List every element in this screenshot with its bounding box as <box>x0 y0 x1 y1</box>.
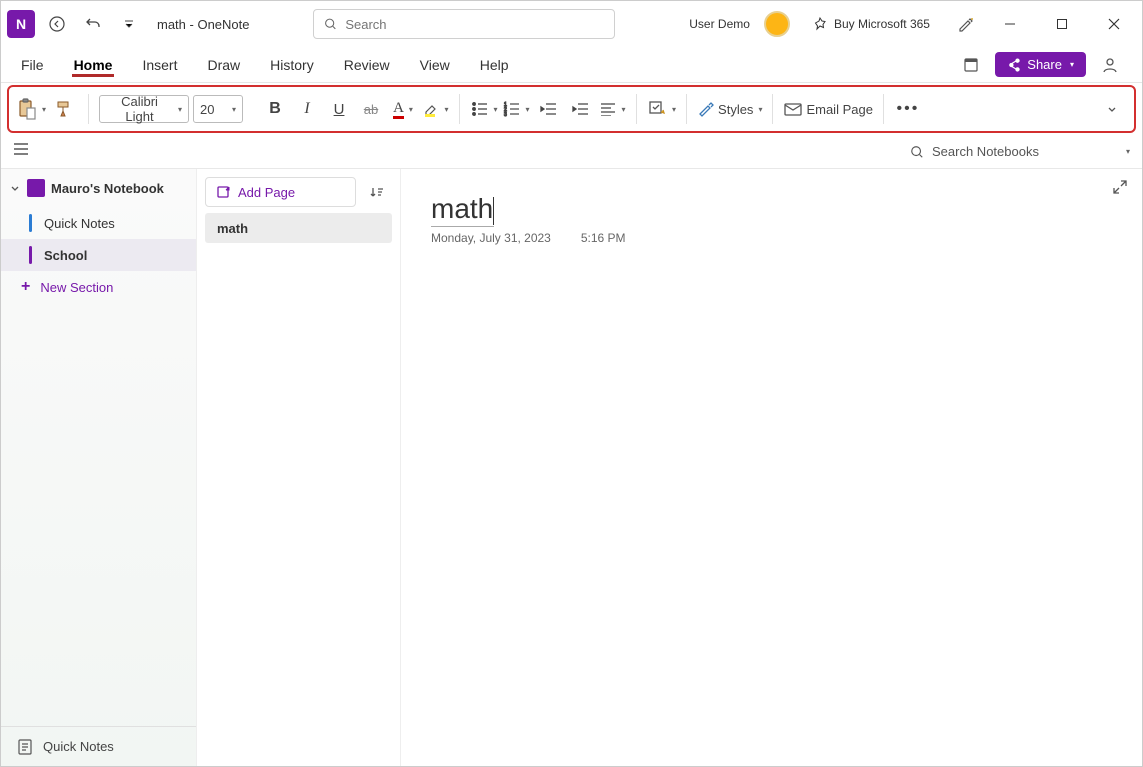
menu-review[interactable]: Review <box>342 53 392 77</box>
menu-history[interactable]: History <box>268 53 316 77</box>
add-page-button[interactable]: Add Page <box>205 177 356 207</box>
font-name-select[interactable]: Calibri Light▾ <box>99 95 189 123</box>
avatar[interactable] <box>764 11 790 37</box>
notebook-header[interactable]: Mauro's Notebook <box>1 169 196 207</box>
paste-button[interactable]: ▾ <box>17 93 46 125</box>
section-color-bar <box>29 214 32 232</box>
ribbon-collapse-button[interactable] <box>1098 93 1126 125</box>
nav-toggle-button[interactable] <box>13 142 29 161</box>
titlebar: N math - OneNote User Demo Buy Microsoft… <box>1 1 1142 47</box>
menu-draw[interactable]: Draw <box>205 53 242 77</box>
divider <box>636 94 637 124</box>
undo-button[interactable] <box>79 10 107 38</box>
tag-button[interactable]: ▾ <box>647 93 676 125</box>
section-color-bar <box>29 246 32 264</box>
account-button[interactable] <box>1096 51 1124 79</box>
notebook-search-label: Search Notebooks <box>932 144 1116 159</box>
section-school[interactable]: School <box>1 239 196 271</box>
highlight-button[interactable]: ▾ <box>421 93 449 125</box>
svg-text:2: 2 <box>504 107 507 113</box>
app-icon: N <box>7 10 35 38</box>
buy-m365-label: Buy Microsoft 365 <box>834 17 930 31</box>
menu-home[interactable]: Home <box>72 53 115 77</box>
close-button[interactable] <box>1092 9 1136 39</box>
page-list: Add Page math <box>197 169 401 766</box>
app-mode-button[interactable] <box>957 51 985 79</box>
svg-text:1: 1 <box>504 102 507 108</box>
svg-text:3: 3 <box>504 112 507 117</box>
font-size-select[interactable]: 20▾ <box>193 95 243 123</box>
buy-m365-button[interactable]: Buy Microsoft 365 <box>804 12 938 36</box>
format-painter-button[interactable] <box>50 93 78 125</box>
canvas[interactable]: math Monday, July 31, 2023 5:16 PM <box>401 169 1142 766</box>
menu-help[interactable]: Help <box>478 53 511 77</box>
sidebar-footer-quicknotes[interactable]: Quick Notes <box>1 726 196 766</box>
strikethrough-button[interactable]: ab <box>357 93 385 125</box>
divider <box>459 94 460 124</box>
ink-button[interactable] <box>952 10 980 38</box>
font-color-button[interactable]: A▾ <box>389 93 417 125</box>
more-button[interactable]: ••• <box>894 93 922 125</box>
search-input[interactable] <box>345 17 604 32</box>
share-label: Share <box>1027 57 1062 72</box>
outdent-button[interactable] <box>534 93 562 125</box>
section-quick-notes[interactable]: Quick Notes <box>1 207 196 239</box>
global-search[interactable] <box>313 9 615 39</box>
back-button[interactable] <box>43 10 71 38</box>
bullets-button[interactable]: ▾ <box>470 93 498 125</box>
email-page-button[interactable]: Email Page <box>783 93 872 125</box>
main: Mauro's Notebook Quick Notes School + Ne… <box>1 169 1142 766</box>
underline-button[interactable]: U <box>325 93 353 125</box>
sidebar: Mauro's Notebook Quick Notes School + Ne… <box>1 169 197 766</box>
menu-file[interactable]: File <box>19 53 46 77</box>
styles-button[interactable]: Styles▾ <box>697 93 762 125</box>
ribbon-home: ▾ Calibri Light▾ 20▾ B I U ab A▾ ▾ ▾ 123… <box>7 85 1136 133</box>
page-timestamp: Monday, July 31, 2023 5:16 PM <box>431 231 1112 245</box>
numbering-button[interactable]: 123▾ <box>502 93 530 125</box>
expand-canvas-button[interactable] <box>1112 179 1128 200</box>
subbar: Search Notebooks ▾ <box>1 135 1142 169</box>
bold-button[interactable]: B <box>261 93 289 125</box>
notebook-name: Mauro's Notebook <box>51 181 164 196</box>
customize-qat-button[interactable] <box>115 10 143 38</box>
text-cursor <box>493 197 494 225</box>
maximize-button[interactable] <box>1040 9 1084 39</box>
indent-button[interactable] <box>566 93 594 125</box>
divider <box>772 94 773 124</box>
sort-pages-button[interactable] <box>362 177 392 207</box>
minimize-button[interactable] <box>988 9 1032 39</box>
align-button[interactable]: ▾ <box>598 93 626 125</box>
divider <box>88 94 89 124</box>
menu-view[interactable]: View <box>418 53 452 77</box>
new-section-button[interactable]: + New Section <box>1 271 196 303</box>
share-button[interactable]: Share ▾ <box>995 52 1086 77</box>
page-title-input[interactable]: math <box>431 193 494 227</box>
notebook-icon <box>27 179 45 197</box>
document-title: math - OneNote <box>157 17 250 32</box>
divider <box>883 94 884 124</box>
italic-button[interactable]: I <box>293 93 321 125</box>
menu-insert[interactable]: Insert <box>140 53 179 77</box>
divider <box>686 94 687 124</box>
user-name: User Demo <box>689 17 750 31</box>
menubar: File Home Insert Draw History Review Vie… <box>1 47 1142 83</box>
notebook-search[interactable]: Search Notebooks ▾ <box>910 144 1130 159</box>
page-item-math[interactable]: math <box>205 213 392 243</box>
